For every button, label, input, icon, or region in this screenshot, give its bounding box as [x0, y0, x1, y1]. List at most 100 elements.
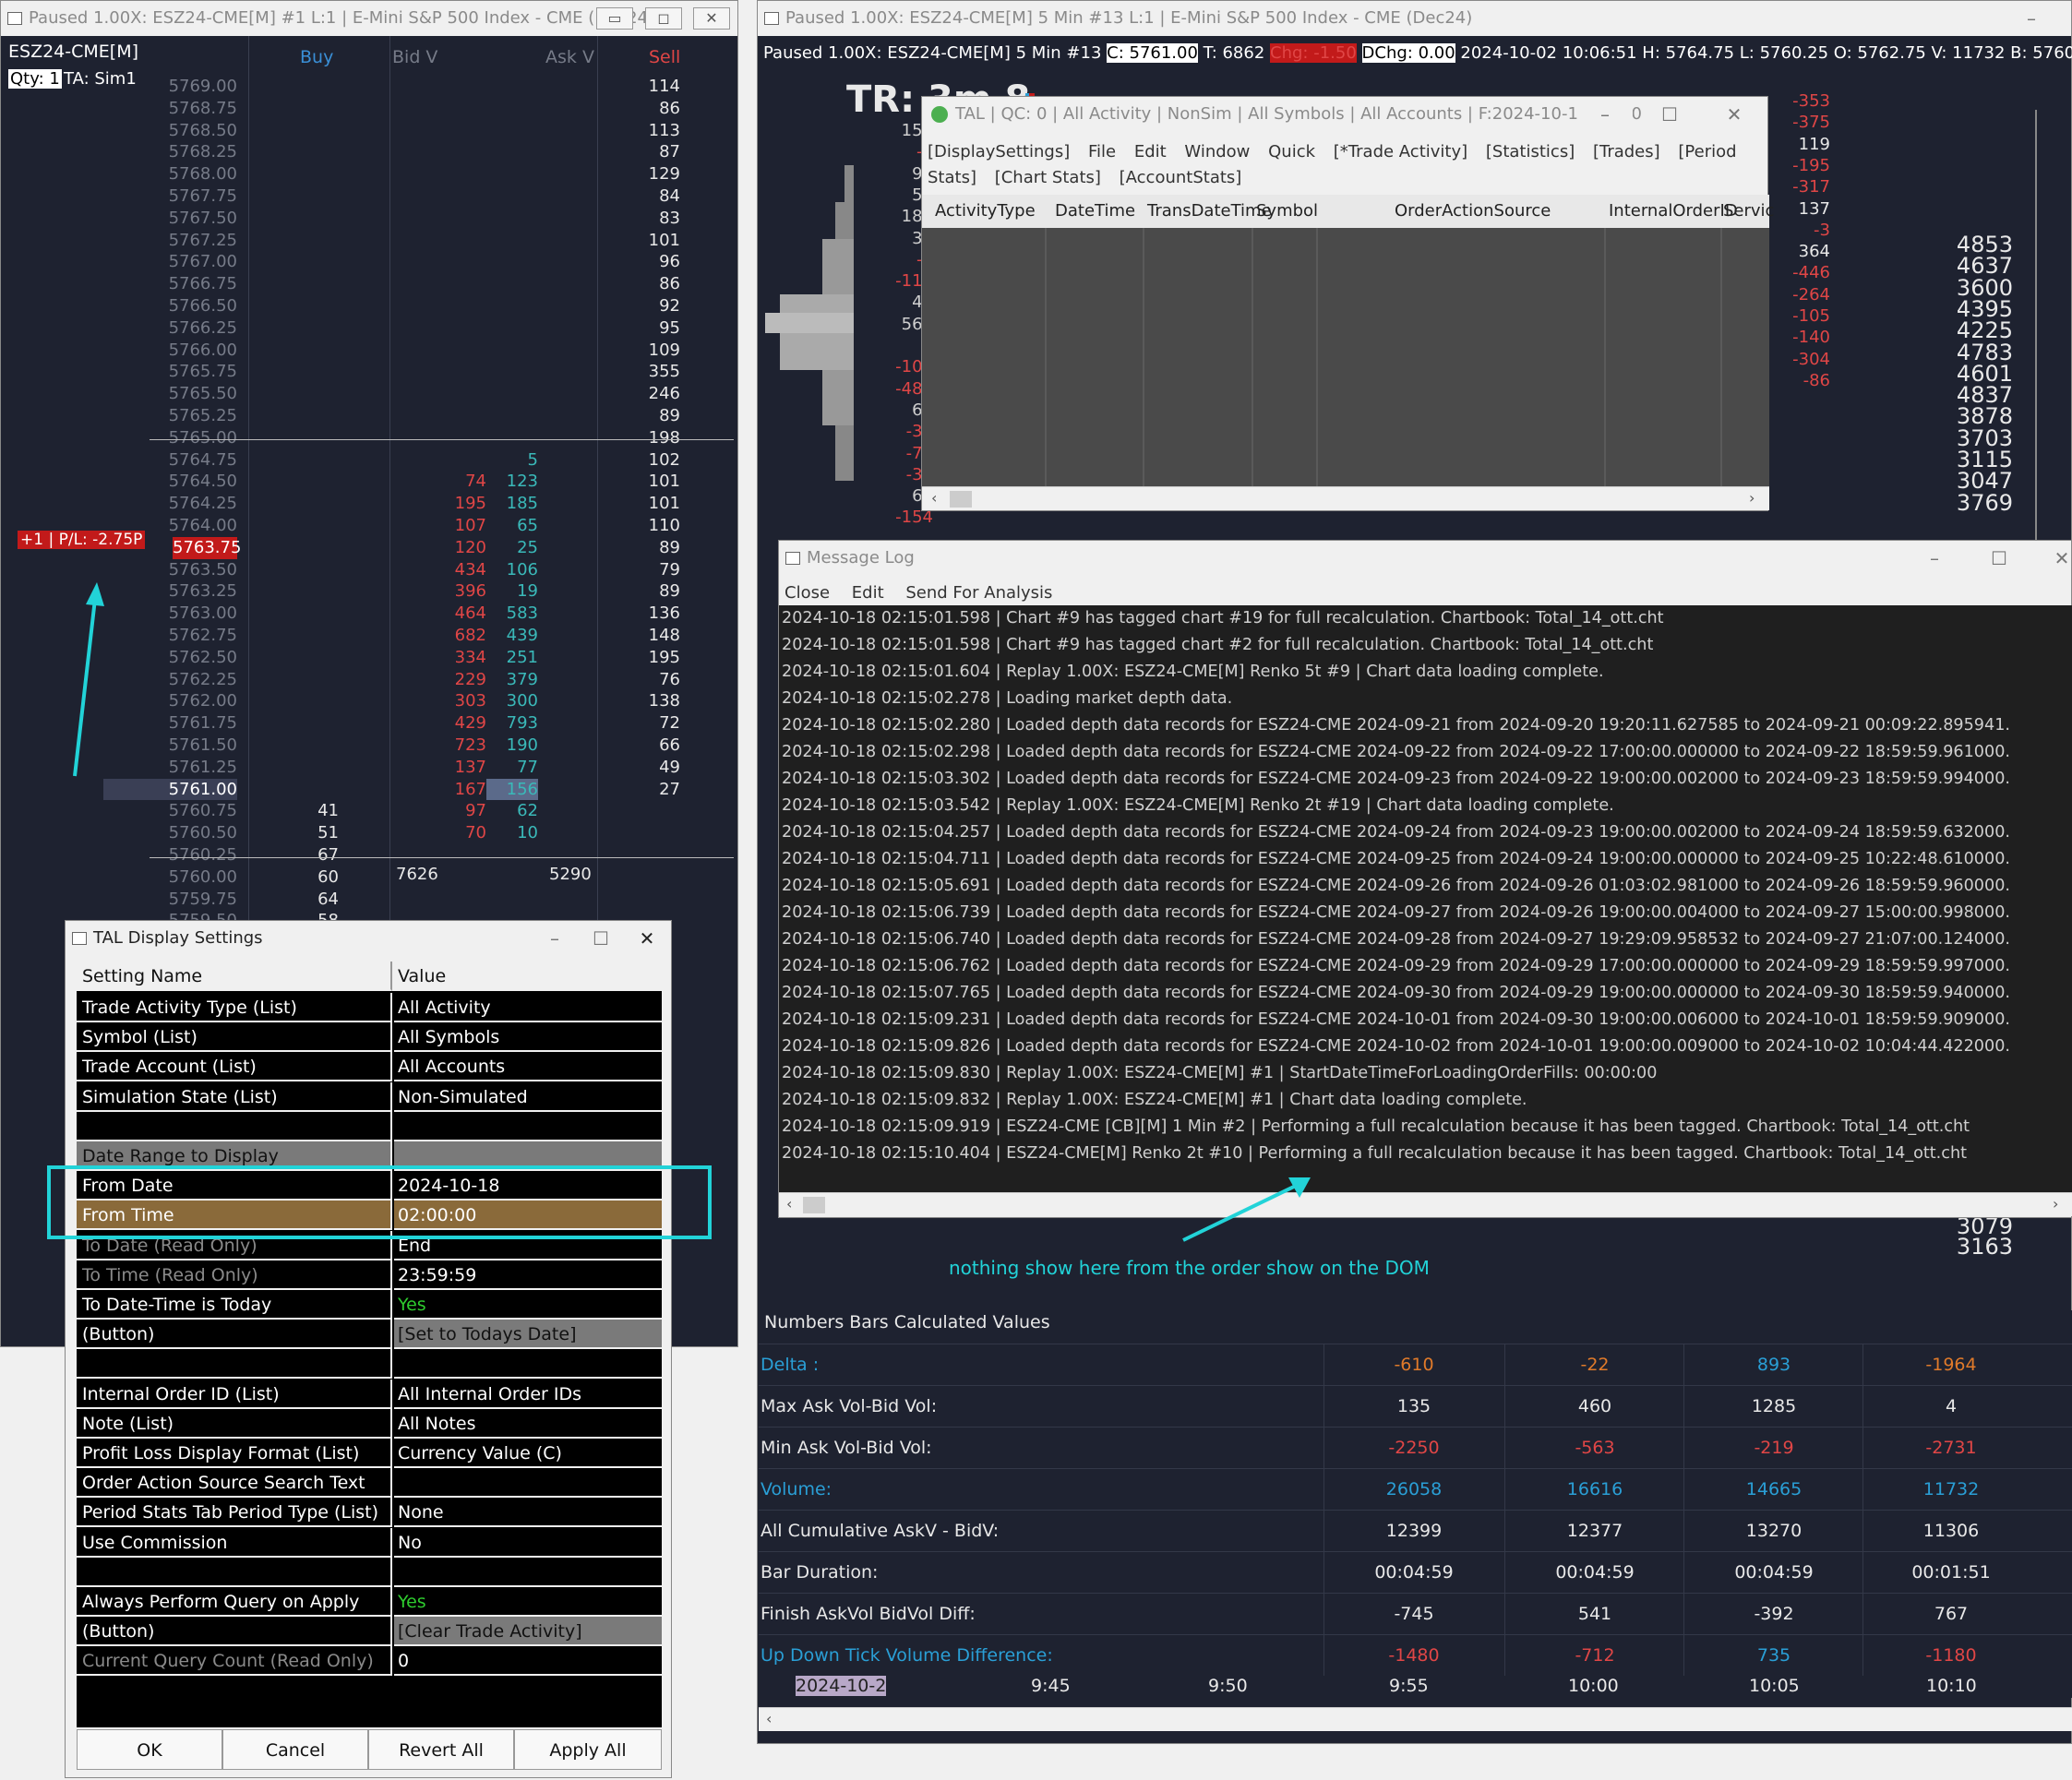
sell-cell[interactable]: 79 [606, 559, 680, 581]
dom-row[interactable]: 5760.00 60 [6, 866, 734, 889]
sell-cell[interactable]: 66 [606, 735, 680, 757]
dom-row[interactable]: 5763.50 434 106 79 [6, 559, 734, 581]
settings-row[interactable]: Current Query Count (Read Only) 0 [77, 1646, 662, 1677]
sell-cell[interactable]: 87 [606, 141, 680, 163]
settings-row[interactable] [77, 1111, 662, 1141]
maximize-button[interactable]: ◻ [645, 7, 682, 30]
tal-table[interactable]: ActivityType DateTime TransDateTime Symb… [922, 195, 1774, 486]
buy-cell[interactable]: 41 [283, 800, 339, 822]
sell-cell[interactable]: 96 [606, 251, 680, 273]
dom-row[interactable]: 5766.25 95 [6, 317, 734, 340]
minimize-button[interactable]: – [2004, 1, 2059, 36]
close-button[interactable]: ✕ [693, 7, 730, 30]
sell-cell[interactable]: 84 [606, 185, 680, 208]
dom-row[interactable]: 5764.75 5 102 [6, 449, 734, 472]
col-order-action-source[interactable]: OrderActionSource [1395, 195, 1551, 228]
sell-cell[interactable]: 113 [606, 120, 680, 142]
menu-edit[interactable]: Edit [852, 583, 884, 603]
dom-row[interactable]: 5768.75 86 [6, 98, 734, 120]
message-log-titlebar[interactable]: Message Log [779, 541, 2071, 576]
scroll-left-icon[interactable]: ‹ [786, 1195, 792, 1213]
setting-value[interactable] [394, 1468, 662, 1499]
setting-value[interactable]: All Internal Order IDs [394, 1379, 662, 1409]
minimize-button[interactable]: – [1577, 97, 1633, 132]
tab-chart-stats[interactable]: [Chart Stats] [995, 168, 1101, 187]
apply-all-button[interactable]: Apply All [514, 1729, 662, 1770]
setting-value[interactable]: Non-Simulated [394, 1081, 662, 1112]
sell-cell[interactable]: 95 [606, 317, 680, 340]
setting-value[interactable]: Currency Value (C) [394, 1439, 662, 1468]
menu-quick[interactable]: Quick [1268, 142, 1315, 161]
chart-titlebar[interactable]: Paused 1.00X: ESZ24-CME[M] 5 Min #13 L:1… [758, 1, 2071, 36]
close-button[interactable]: ✕ [2034, 541, 2072, 576]
dom-row[interactable]: 5767.25 101 [6, 230, 734, 252]
sell-cell[interactable]: 102 [606, 449, 680, 472]
dom-row[interactable]: 5766.75 86 [6, 273, 734, 295]
sell-cell[interactable]: 49 [606, 757, 680, 779]
close-button[interactable]: ✕ [1707, 97, 1762, 132]
scroll-left-icon[interactable]: ‹ [931, 489, 937, 507]
menu-file[interactable]: File [1088, 142, 1116, 161]
settings-rows[interactable]: Trade Activity Type (List) All Activity Sy… [77, 993, 662, 1722]
chart-hscroll[interactable]: ‹ [759, 1707, 2072, 1731]
buy-cell[interactable]: 60 [283, 866, 339, 889]
settings-row[interactable]: Use Commission No [77, 1527, 662, 1558]
tab-statistics[interactable]: [Statistics] [1486, 142, 1575, 161]
dom-row[interactable]: 5759.75 64 [6, 889, 734, 911]
revert-all-button[interactable]: Revert All [368, 1729, 514, 1770]
tab-account-stats[interactable]: [AccountStats] [1120, 168, 1242, 187]
tal-titlebar[interactable]: TAL | QC: 0 | All Activity | NonSim | Al… [922, 97, 1767, 132]
setting-value[interactable]: All Symbols [394, 1022, 662, 1053]
dom-row[interactable]: 5764.50 74 123 101 [6, 471, 734, 493]
settings-row[interactable]: Order Action Source Search Text [77, 1468, 662, 1499]
scroll-thumb[interactable] [803, 1197, 825, 1213]
settings-row[interactable]: Trade Account (List) All Accounts [77, 1052, 662, 1082]
settings-row[interactable]: Internal Order ID (List) All Internal Ord… [77, 1379, 662, 1409]
settings-row[interactable]: Simulation State (List) Non-Simulated [77, 1081, 662, 1112]
dom-row[interactable]: 5767.75 84 [6, 185, 734, 208]
setting-value[interactable]: All Activity [394, 993, 662, 1022]
maximize-button[interactable]: ☐ [1971, 541, 2027, 576]
menu-edit[interactable]: Edit [1134, 142, 1167, 161]
menu-window[interactable]: Window [1184, 142, 1250, 161]
cancel-button[interactable]: Cancel [222, 1729, 368, 1770]
col-symbol[interactable]: Symbol [1256, 195, 1318, 228]
sell-cell[interactable]: 129 [606, 163, 680, 185]
settings-row[interactable]: Trade Activity Type (List) All Activity [77, 993, 662, 1022]
settings-row[interactable]: Profit Loss Display Format (List) Currenc… [77, 1439, 662, 1468]
dom-row[interactable]: 5765.25 89 [6, 405, 734, 427]
dom-row[interactable]: 5764.25 195 185 101 [6, 493, 734, 515]
settings-row[interactable]: Note (List) All Notes [77, 1408, 662, 1439]
sell-cell[interactable]: 114 [606, 76, 680, 98]
sell-cell[interactable]: 89 [606, 580, 680, 603]
settings-row[interactable]: Always Perform Query on Apply Yes [77, 1587, 662, 1617]
settings-row[interactable]: (Button) [Clear Trade Activity] [77, 1617, 662, 1647]
col-service[interactable]: Servic [1723, 195, 1774, 228]
dom-row[interactable]: 5760.75 41 97 62 [6, 800, 734, 822]
dom-row[interactable]: 5765.00 198 [6, 427, 734, 449]
setting-value[interactable]: [Set to Todays Date] [394, 1320, 662, 1350]
minimize-button[interactable]: ▭ [596, 7, 633, 30]
sell-cell[interactable]: 76 [606, 669, 680, 691]
sell-cell[interactable]: 101 [606, 471, 680, 493]
menu-close[interactable]: Close [784, 583, 830, 603]
settings-row[interactable]: (Button) [Set to Todays Date] [77, 1320, 662, 1350]
setting-value[interactable]: [Clear Trade Activity] [394, 1617, 662, 1647]
message-log-hscroll[interactable]: ‹ › [779, 1192, 2072, 1216]
sell-cell[interactable]: 355 [606, 361, 680, 383]
dom-row[interactable]: 5769.00 114 [6, 76, 734, 98]
minimize-button[interactable]: – [1907, 541, 1962, 576]
settings-row[interactable] [77, 1349, 662, 1380]
dom-rows[interactable]: 5769.00 114 5768.75 86 5768.50 113 5768.25 87 57… [6, 76, 734, 962]
sell-cell[interactable]: 89 [606, 405, 680, 427]
dom-row[interactable]: 5760.25 67 [6, 844, 734, 866]
sell-cell[interactable]: 136 [606, 603, 680, 625]
ok-button[interactable]: OK [77, 1729, 222, 1770]
buy-cell[interactable]: 51 [283, 822, 339, 844]
setting-value[interactable]: All Accounts [394, 1052, 662, 1082]
scroll-thumb[interactable] [950, 491, 972, 508]
message-log-content[interactable]: 2024-10-18 02:15:01.598 | Chart #9 has t… [779, 605, 2072, 1192]
dom-row[interactable]: 5768.50 113 [6, 120, 734, 142]
sell-cell[interactable]: 27 [606, 779, 680, 801]
col-transdatetime[interactable]: TransDateTime [1147, 195, 1272, 228]
